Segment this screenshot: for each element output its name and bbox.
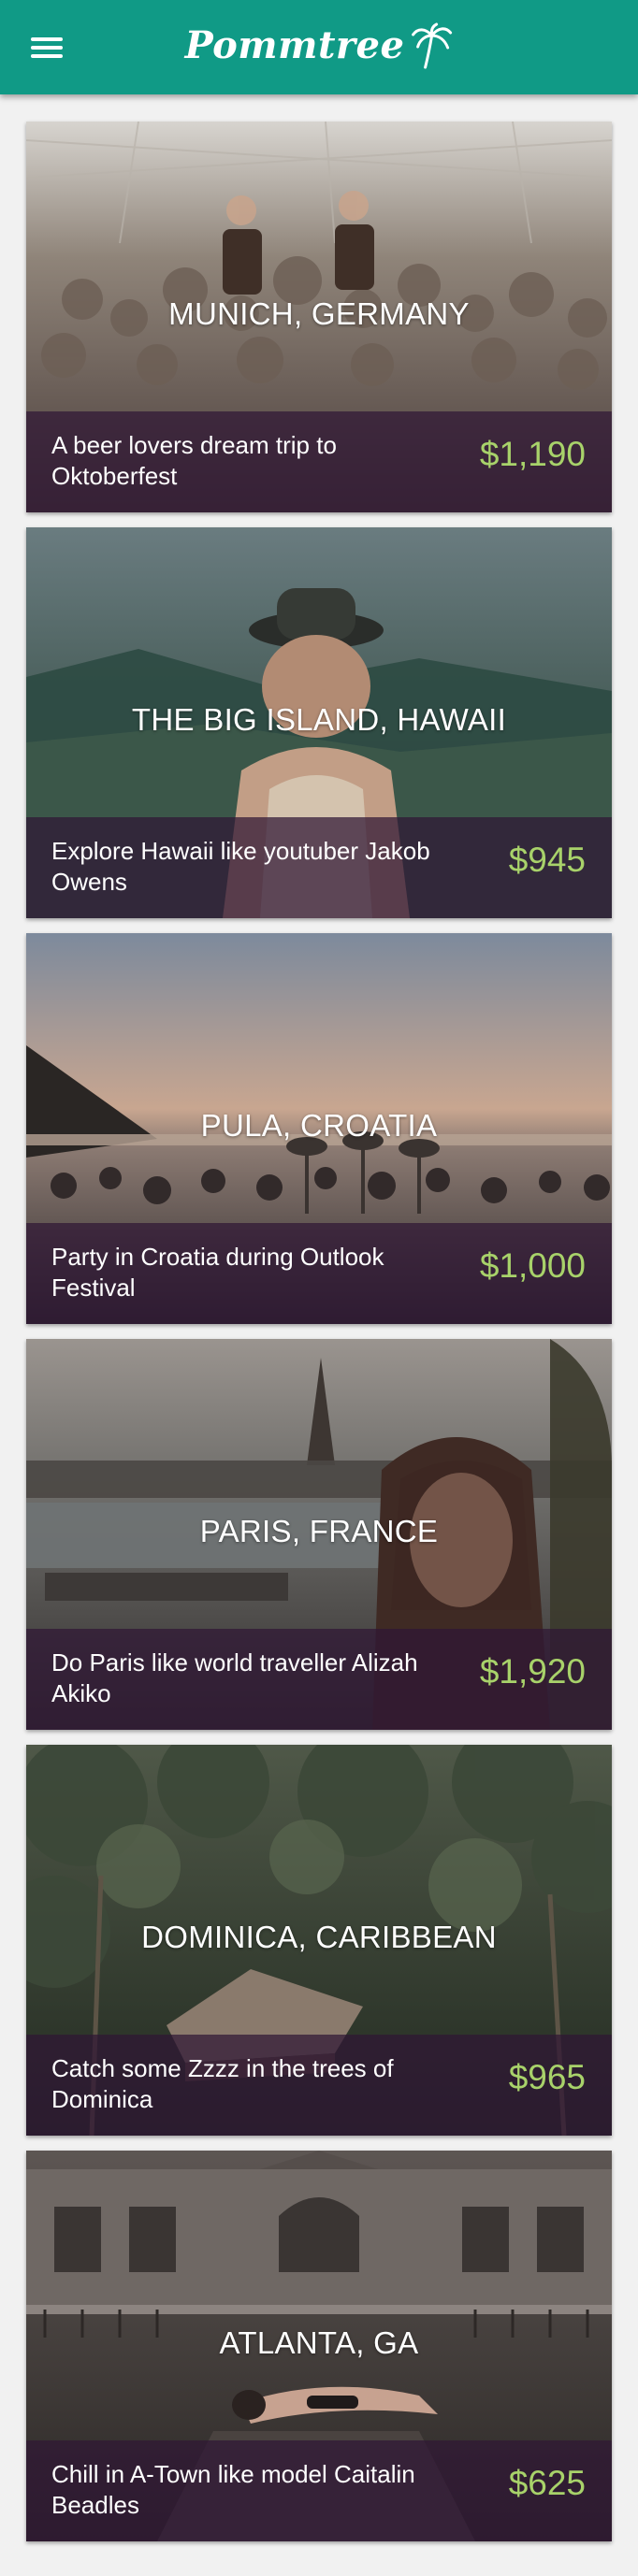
trip-card[interactable]: PULA, CROATIA Party in Croatia during Ou… bbox=[26, 933, 612, 1324]
trip-location: DOMINICA, CARIBBEAN bbox=[141, 1920, 497, 1954]
trip-location: ATLANTA, GA bbox=[219, 2325, 419, 2360]
trip-card[interactable]: ATLANTA, GA Chill in A-Town like model C… bbox=[26, 2151, 612, 2541]
hamburger-menu-icon[interactable] bbox=[19, 26, 75, 69]
trip-price: $1,190 bbox=[479, 435, 586, 473]
app-header: Pommtree bbox=[0, 0, 638, 94]
trip-price: $1,000 bbox=[479, 1246, 586, 1285]
trip-location: THE BIG ISLAND, HAWAII bbox=[131, 702, 507, 737]
trip-price: $1,920 bbox=[479, 1652, 586, 1691]
trip-description: A beer lovers dream trip to Oktoberfest bbox=[51, 431, 337, 490]
trip-footer: Explore Hawaii like youtuber Jakob Owens… bbox=[26, 817, 612, 918]
app-logo[interactable]: Pommtree bbox=[185, 22, 454, 69]
app-name: Pommtree bbox=[184, 23, 405, 67]
trip-location: PULA, CROATIA bbox=[200, 1108, 438, 1143]
trip-card[interactable]: PARIS, FRANCE Do Paris like world travel… bbox=[26, 1339, 612, 1730]
trip-footer: Party in Croatia during Outlook Festival… bbox=[26, 1223, 612, 1324]
trip-footer: A beer lovers dream trip to Oktoberfest … bbox=[26, 411, 612, 512]
trip-description: Catch some Zzzz in the trees of Dominica bbox=[51, 2054, 394, 2113]
trip-card[interactable]: THE BIG ISLAND, HAWAII Explore Hawaii li… bbox=[26, 527, 612, 918]
trip-footer: Chill in A-Town like model Caitalin Bead… bbox=[26, 2440, 612, 2541]
trip-price: $625 bbox=[508, 2464, 586, 2502]
trip-description: Do Paris like world traveller Alizah Aki… bbox=[51, 1648, 418, 1707]
trip-price: $965 bbox=[508, 2058, 586, 2096]
trip-card[interactable]: DOMINICA, CARIBBEAN Catch some Zzzz in t… bbox=[26, 1745, 612, 2136]
trip-footer: Catch some Zzzz in the trees of Dominica… bbox=[26, 2035, 612, 2136]
trip-description: Chill in A-Town like model Caitalin Bead… bbox=[51, 2460, 415, 2519]
trip-card[interactable]: MUNICH, GERMANY A beer lovers dream trip… bbox=[26, 122, 612, 512]
trip-description: Explore Hawaii like youtuber Jakob Owens bbox=[51, 837, 430, 896]
trip-location: MUNICH, GERMANY bbox=[168, 296, 470, 331]
trip-footer: Do Paris like world traveller Alizah Aki… bbox=[26, 1629, 612, 1730]
trip-price: $945 bbox=[508, 841, 586, 879]
palm-tree-icon bbox=[411, 22, 452, 69]
trip-description: Party in Croatia during Outlook Festival bbox=[51, 1243, 384, 1302]
trip-location: PARIS, FRANCE bbox=[199, 1514, 439, 1548]
